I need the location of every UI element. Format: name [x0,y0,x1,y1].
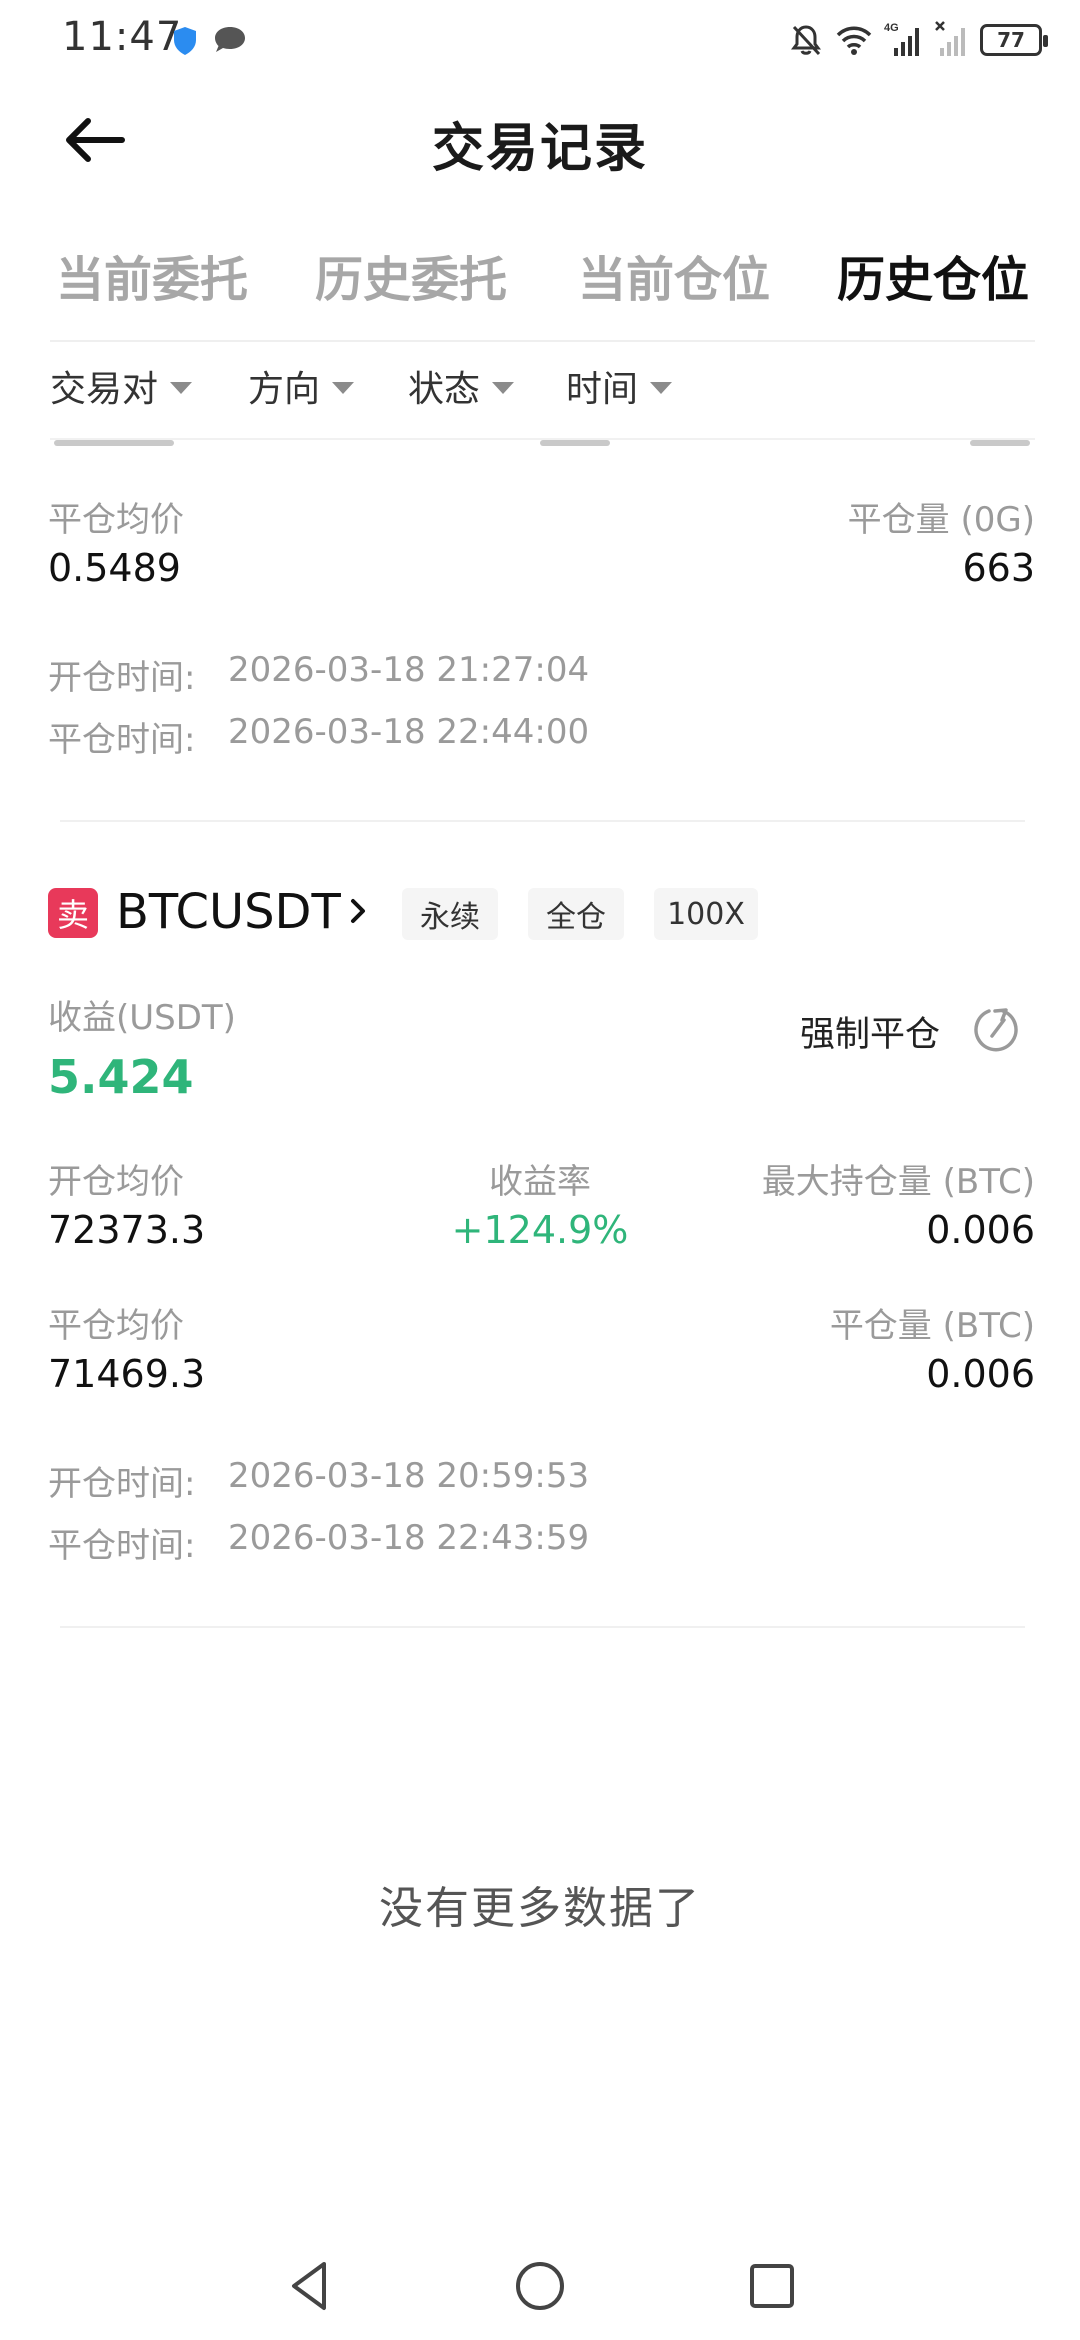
close-time-value: 2026-03-18 22:44:00 [228,712,590,752]
filter-status[interactable]: 状态 [408,360,515,412]
tab-current-positions[interactable]: 当前仓位 [578,240,770,310]
top-app-bar: 交易记录 [0,80,1080,200]
status-icons: 4G 77 [788,18,1048,62]
close-avg-label: 平仓均价 [48,500,184,540]
filter-time[interactable]: 时间 [566,360,673,412]
close-avg-value: 71469.3 [48,1352,206,1396]
filter-pair-label: 交易对 [50,369,159,410]
scrolled-text-remnant [54,440,174,446]
close-qty-value: 0.006 [926,1352,1035,1396]
close-qty-value: 663 [962,546,1035,590]
open-time-label: 开仓时间: [48,658,196,698]
record-divider [60,1626,1025,1628]
symbol-link[interactable]: BTCUSDT [116,884,341,940]
recents-square-icon[interactable] [742,2256,802,2316]
tab-bar: 当前委托 历史委托 当前仓位 历史仓位 [50,240,1040,320]
status-time: 11:47 [62,14,183,60]
rate-value: +124.9% [451,1208,629,1252]
close-avg-value: 0.5489 [48,546,181,590]
filter-direction[interactable]: 方向 [248,360,355,412]
tab-divider [50,340,1035,342]
caret-down-icon [170,382,193,394]
tag-leverage: 100X [654,888,758,940]
caret-down-icon [492,382,515,394]
filter-direction-label: 方向 [248,369,321,410]
close-time-label: 平仓时间: [48,720,196,760]
open-time-label: 开仓时间: [48,1464,196,1504]
shield-icon [174,27,196,55]
filter-pair[interactable]: 交易对 [50,360,193,412]
home-circle-icon[interactable] [510,2256,570,2316]
tag-perpetual: 永续 [402,888,498,940]
signal-weak-icon [935,21,965,56]
chevron-right-icon[interactable] [344,896,372,926]
mute-bell-icon [791,25,821,56]
pnl-value: 5.424 [48,1050,194,1104]
sell-badge: 卖 [48,888,98,938]
tag-cross-margin: 全仓 [528,888,624,940]
close-time-label: 平仓时间: [48,1526,196,1566]
status-bar: 11:47 4G 77 [0,0,1080,80]
message-icon [215,27,245,52]
caret-down-icon [650,382,673,394]
caret-down-icon [332,382,355,394]
force-close-label: 强制平仓 [799,1015,940,1055]
tab-position-history[interactable]: 历史仓位 [837,240,1029,310]
tab-current-orders[interactable]: 当前委托 [56,240,248,310]
close-avg-label: 平仓均价 [48,1306,184,1346]
close-qty-label: 平仓量 (BTC) [829,1306,1035,1346]
tab-order-history[interactable]: 历史委托 [315,240,507,310]
signal-4g-icon: 4G [884,22,919,56]
open-time-value: 2026-03-18 21:27:04 [228,650,590,690]
wifi-icon [836,26,872,55]
scrolled-text-remnant [970,440,1030,446]
page-title: 交易记录 [431,119,648,179]
battery-level: 77 [997,28,1025,52]
pnl-label: 收益(USDT) [48,998,236,1038]
open-time-value: 2026-03-18 20:59:53 [228,1456,590,1496]
battery-icon: 77 [980,24,1048,56]
back-triangle-icon[interactable] [280,2256,340,2316]
network-label: 4G [884,22,899,34]
scrolled-text-remnant [540,440,610,446]
close-time-value: 2026-03-18 22:43:59 [228,1518,590,1558]
system-nav-bar [0,2240,1080,2340]
filter-status-label: 状态 [408,369,481,410]
max-position-label: 最大持仓量 (BTC) [761,1162,1035,1202]
max-position-value: 0.006 [926,1208,1035,1252]
record-divider [60,820,1025,822]
force-close-icon[interactable] [970,1004,1022,1056]
close-qty-label: 平仓量 (0G) [847,500,1035,540]
no-more-data-text: 没有更多数据了 [379,1883,701,1934]
filter-time-label: 时间 [566,369,639,410]
